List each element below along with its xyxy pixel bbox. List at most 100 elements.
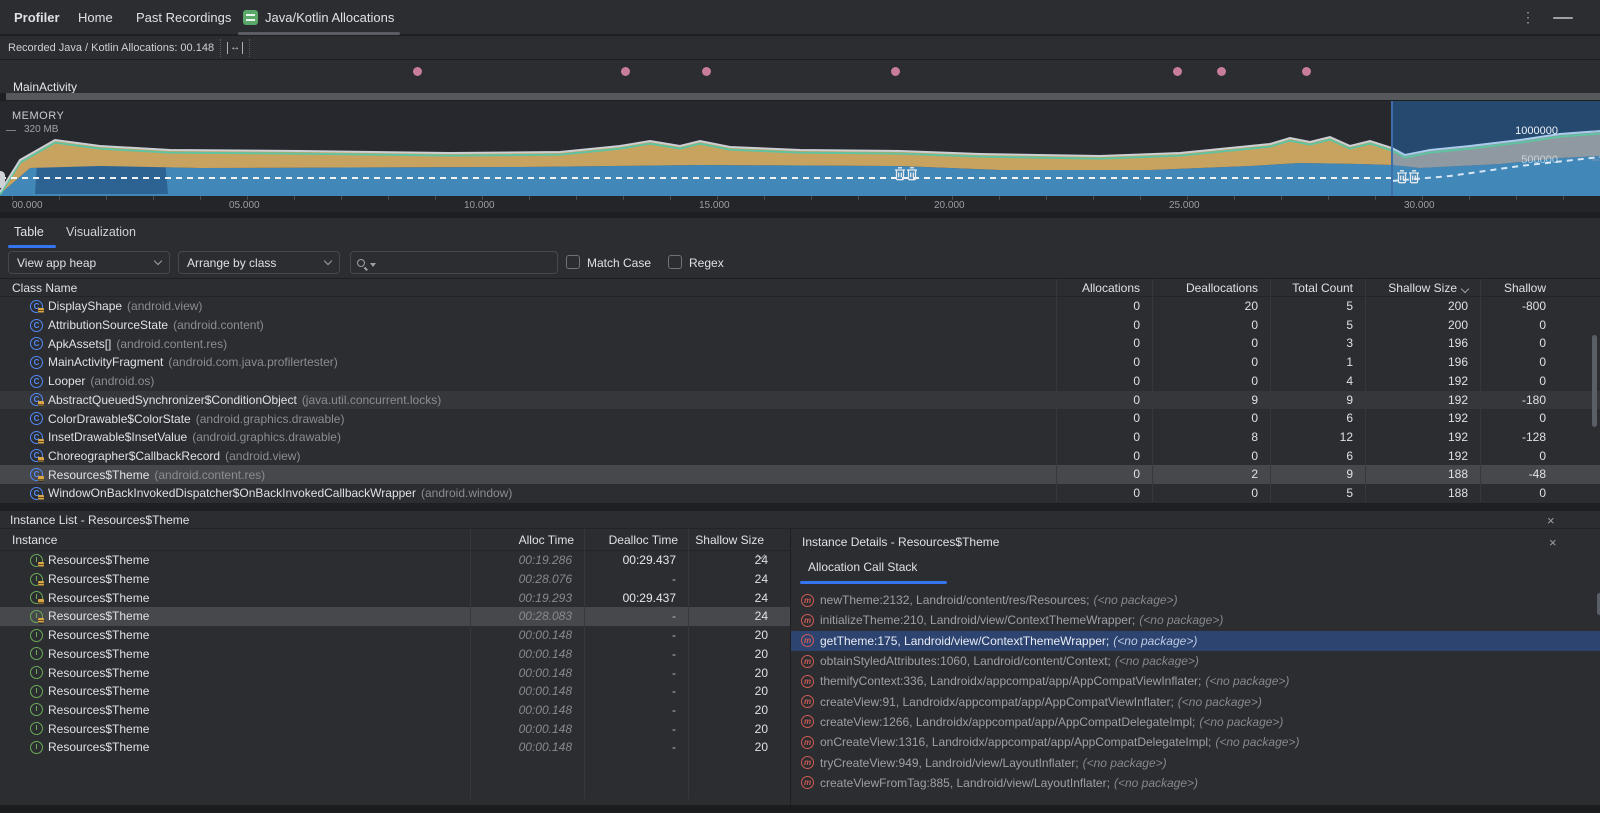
allocation-event-dot[interactable]	[1217, 67, 1226, 76]
class-icon: C	[30, 300, 43, 313]
column-header-class-name[interactable]: Class Name	[12, 281, 77, 295]
instance-row[interactable]: IResources$Theme00:00.148-20	[0, 663, 790, 682]
instance-name: Resources$Theme	[48, 572, 149, 586]
class-table-row[interactable]: CDisplayShape(android.view)0205200-800	[0, 297, 1600, 316]
instance-icon: I	[30, 647, 43, 660]
event-timeline[interactable]	[0, 60, 1600, 93]
column-header-allocations[interactable]: Allocations	[1056, 281, 1140, 295]
tab-profiler[interactable]: Profiler	[14, 0, 60, 35]
allocation-stack-badge	[38, 308, 44, 314]
instance-row[interactable]: IResources$Theme00:00.148-20	[0, 682, 790, 701]
class-table-row[interactable]: CAttributionSourceState(android.content)…	[0, 316, 1600, 335]
instance-name: Resources$Theme	[48, 628, 149, 642]
more-options-icon[interactable]: ⋮	[1521, 9, 1535, 26]
axis-tick	[341, 196, 342, 200]
call-stack-frame[interactable]: mcreateView:91, Landroidx/appcompat/app/…	[791, 692, 1600, 712]
class-table-row[interactable]: CResources$Theme(android.content.res)029…	[0, 465, 1600, 484]
allocation-event-dot[interactable]	[1302, 67, 1311, 76]
frame-text: onCreateView:1316, Landroidx/appcompat/a…	[820, 735, 1211, 749]
instance-name: Resources$Theme	[48, 703, 149, 717]
table-scrollbar[interactable]	[1592, 335, 1597, 427]
close-icon[interactable]: ×	[1547, 514, 1555, 527]
heap-select[interactable]: View app heap	[8, 251, 170, 274]
hide-window-icon[interactable]	[1553, 17, 1573, 19]
class-table-row[interactable]: CApkAssets[](android.content.res)0031960	[0, 334, 1600, 353]
allocation-event-dot[interactable]	[413, 67, 422, 76]
instance-row[interactable]: IResources$Theme00:00.148-20	[0, 701, 790, 720]
column-header-dealloc_time[interactable]: Dealloc Time	[584, 533, 678, 547]
call-stack-frame[interactable]: mnewTheme:2132, Landroid/content/res/Res…	[791, 590, 1600, 610]
arrange-select[interactable]: Arrange by class	[178, 251, 340, 274]
instance-row[interactable]: IResources$Theme00:19.29300:29.43724	[0, 588, 790, 607]
range-handle[interactable]	[0, 171, 5, 188]
allocation-event-dot[interactable]	[891, 67, 900, 76]
column-header-total_count[interactable]: Total Count	[1270, 281, 1353, 295]
allocation-event-dot[interactable]	[621, 67, 630, 76]
frame-package: (<no package>)	[1083, 756, 1167, 770]
class-table-row[interactable]: CLooper(android.os)0041920	[0, 372, 1600, 391]
call-stack-frame[interactable]: mcreateViewFromTag:885, Landroid/view/La…	[791, 773, 1600, 793]
axis-tick	[623, 196, 624, 200]
allocation-event-dot[interactable]	[702, 67, 711, 76]
tab-table[interactable]: Table	[14, 225, 44, 239]
search-input[interactable]	[350, 251, 558, 274]
instance-row[interactable]: IResources$Theme00:00.148-20	[0, 738, 790, 757]
instance-icon: I	[30, 554, 43, 567]
tab-past-recordings[interactable]: Past Recordings	[136, 0, 231, 35]
close-icon[interactable]: ×	[1549, 536, 1557, 549]
instance-icon: I	[30, 741, 43, 754]
cell-shallow-size: 20	[688, 684, 768, 698]
regex-checkbox[interactable]	[668, 255, 682, 269]
instance-row[interactable]: IResources$Theme00:00.148-20	[0, 645, 790, 664]
call-stack-frame[interactable]: mgetTheme:175, Landroid/view/ContextThem…	[791, 631, 1600, 651]
call-stack-frame[interactable]: mtryCreateView:949, Landroid/view/Layout…	[791, 752, 1600, 772]
instance-row[interactable]: IResources$Theme00:19.28600:29.43724	[0, 551, 790, 570]
column-header-deallocations[interactable]: Deallocations	[1152, 281, 1258, 295]
call-stack-frame[interactable]: mthemifyContext:336, Landroidx/appcompat…	[791, 671, 1600, 691]
call-stack-frame[interactable]: minitializeTheme:210, Landroid/view/Cont…	[791, 610, 1600, 630]
table-toolbar: View app heap Arrange by class Match Cas…	[0, 248, 1600, 278]
call-stack-frame[interactable]: mobtainStyledAttributes:1060, Landroid/c…	[791, 651, 1600, 671]
class-table-row[interactable]: CAbstractQueuedSynchronizer$ConditionObj…	[0, 391, 1600, 410]
cell-shallow_size_delta: -48	[1480, 467, 1546, 481]
call-stack-frame[interactable]: mcreateView:1266, Landroidx/appcompat/ap…	[791, 712, 1600, 732]
class-table-row[interactable]: CChoreographer$CallbackRecord(android.vi…	[0, 447, 1600, 466]
class-table-row[interactable]: CWindowOnBackInvokedDispatcher$OnBackInv…	[0, 484, 1600, 503]
instance-name: Resources$Theme	[48, 591, 149, 605]
memory-chart[interactable]	[0, 101, 1600, 196]
tab-allocation-call-stack[interactable]: Allocation Call Stack	[808, 560, 917, 574]
column-header-instance[interactable]: Instance	[12, 533, 57, 547]
class-name: MainActivityFragment	[48, 355, 163, 369]
instance-row[interactable]: IResources$Theme00:00.148-20	[0, 626, 790, 645]
cell-alloc-time: 00:00.148	[470, 722, 572, 736]
class-table-row[interactable]: CMainActivityFragment(android.com.java.p…	[0, 353, 1600, 372]
class-package: (android.window)	[421, 486, 512, 500]
instance-row[interactable]: IResources$Theme00:00.148-20	[0, 719, 790, 738]
zoom-to-fit-icon[interactable]: ↔	[227, 42, 243, 54]
cell-dealloc-time: -	[584, 740, 676, 754]
match-case-checkbox[interactable]	[566, 255, 580, 269]
instance-row[interactable]: IResources$Theme00:28.083-24	[0, 607, 790, 626]
search-options-caret[interactable]	[370, 263, 376, 267]
column-header-shallow_size[interactable]: Shallow Size	[1365, 281, 1468, 295]
column-header-alloc_time[interactable]: Alloc Time	[470, 533, 574, 547]
instance-row[interactable]: IResources$Theme00:28.076-24	[0, 570, 790, 589]
instance-name: Resources$Theme	[48, 722, 149, 736]
cell-shallow_size: 200	[1365, 299, 1468, 313]
tab-java-kotlin-allocations[interactable]: Java/Kotlin Allocations	[243, 0, 394, 35]
class-package: (android.view)	[127, 299, 202, 313]
allocation-event-dot[interactable]	[1173, 67, 1182, 76]
class-table-row[interactable]: CInsetDrawable$InsetValue(android.graphi…	[0, 428, 1600, 447]
class-table-row[interactable]: CColorDrawable$ColorState(android.graphi…	[0, 409, 1600, 428]
frame-text: initializeTheme:210, Landroid/view/Conte…	[820, 613, 1135, 627]
column-separator	[1480, 297, 1481, 502]
call-stack-frame[interactable]: monCreateView:1316, Landroidx/appcompat/…	[791, 732, 1600, 752]
tab-visualization[interactable]: Visualization	[66, 225, 136, 239]
cell-shallow_size: 196	[1365, 355, 1468, 369]
cell-dealloc-time: 00:29.437	[584, 553, 676, 567]
tab-home[interactable]: Home	[78, 0, 113, 35]
cell-shallow_size: 192	[1365, 374, 1468, 388]
activity-lifecycle-bar[interactable]	[6, 93, 1600, 100]
column-separator	[1152, 297, 1153, 502]
cell-shallow-size: 20	[688, 740, 768, 754]
